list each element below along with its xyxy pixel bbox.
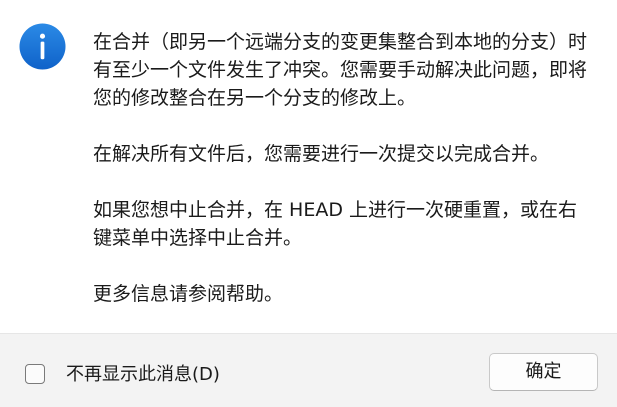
- message-text: 在合并（即另一个远端分支的变更集整合到本地的分支）时有至少一个文件发生了冲突。您…: [93, 28, 593, 308]
- message-paragraph-abort: 如果您想中止合并，在 HEAD 上进行一次硬重置，或在右键菜单中选择中止合并。: [93, 199, 578, 249]
- message-paragraph-conflict: 在合并（即另一个远端分支的变更集整合到本地的分支）时有至少一个文件发生了冲突。您…: [93, 31, 588, 109]
- message-paragraph-commit: 在解决所有文件后，您需要进行一次提交以完成合并。: [93, 143, 550, 165]
- dialog-content: 在合并（即另一个远端分支的变更集整合到本地的分支）时有至少一个文件发生了冲突。您…: [0, 0, 617, 333]
- dont-show-again-checkbox[interactable]: [25, 364, 45, 384]
- ok-button[interactable]: 确定: [489, 353, 598, 391]
- merge-conflict-dialog: 在合并（即另一个远端分支的变更集整合到本地的分支）时有至少一个文件发生了冲突。您…: [0, 0, 617, 407]
- info-icon: [19, 23, 66, 70]
- dont-show-again-label[interactable]: 不再显示此消息(D): [66, 363, 220, 387]
- message-paragraph-help: 更多信息请参阅帮助。: [93, 283, 284, 305]
- dialog-footer: 不再显示此消息(D) 确定: [0, 333, 617, 407]
